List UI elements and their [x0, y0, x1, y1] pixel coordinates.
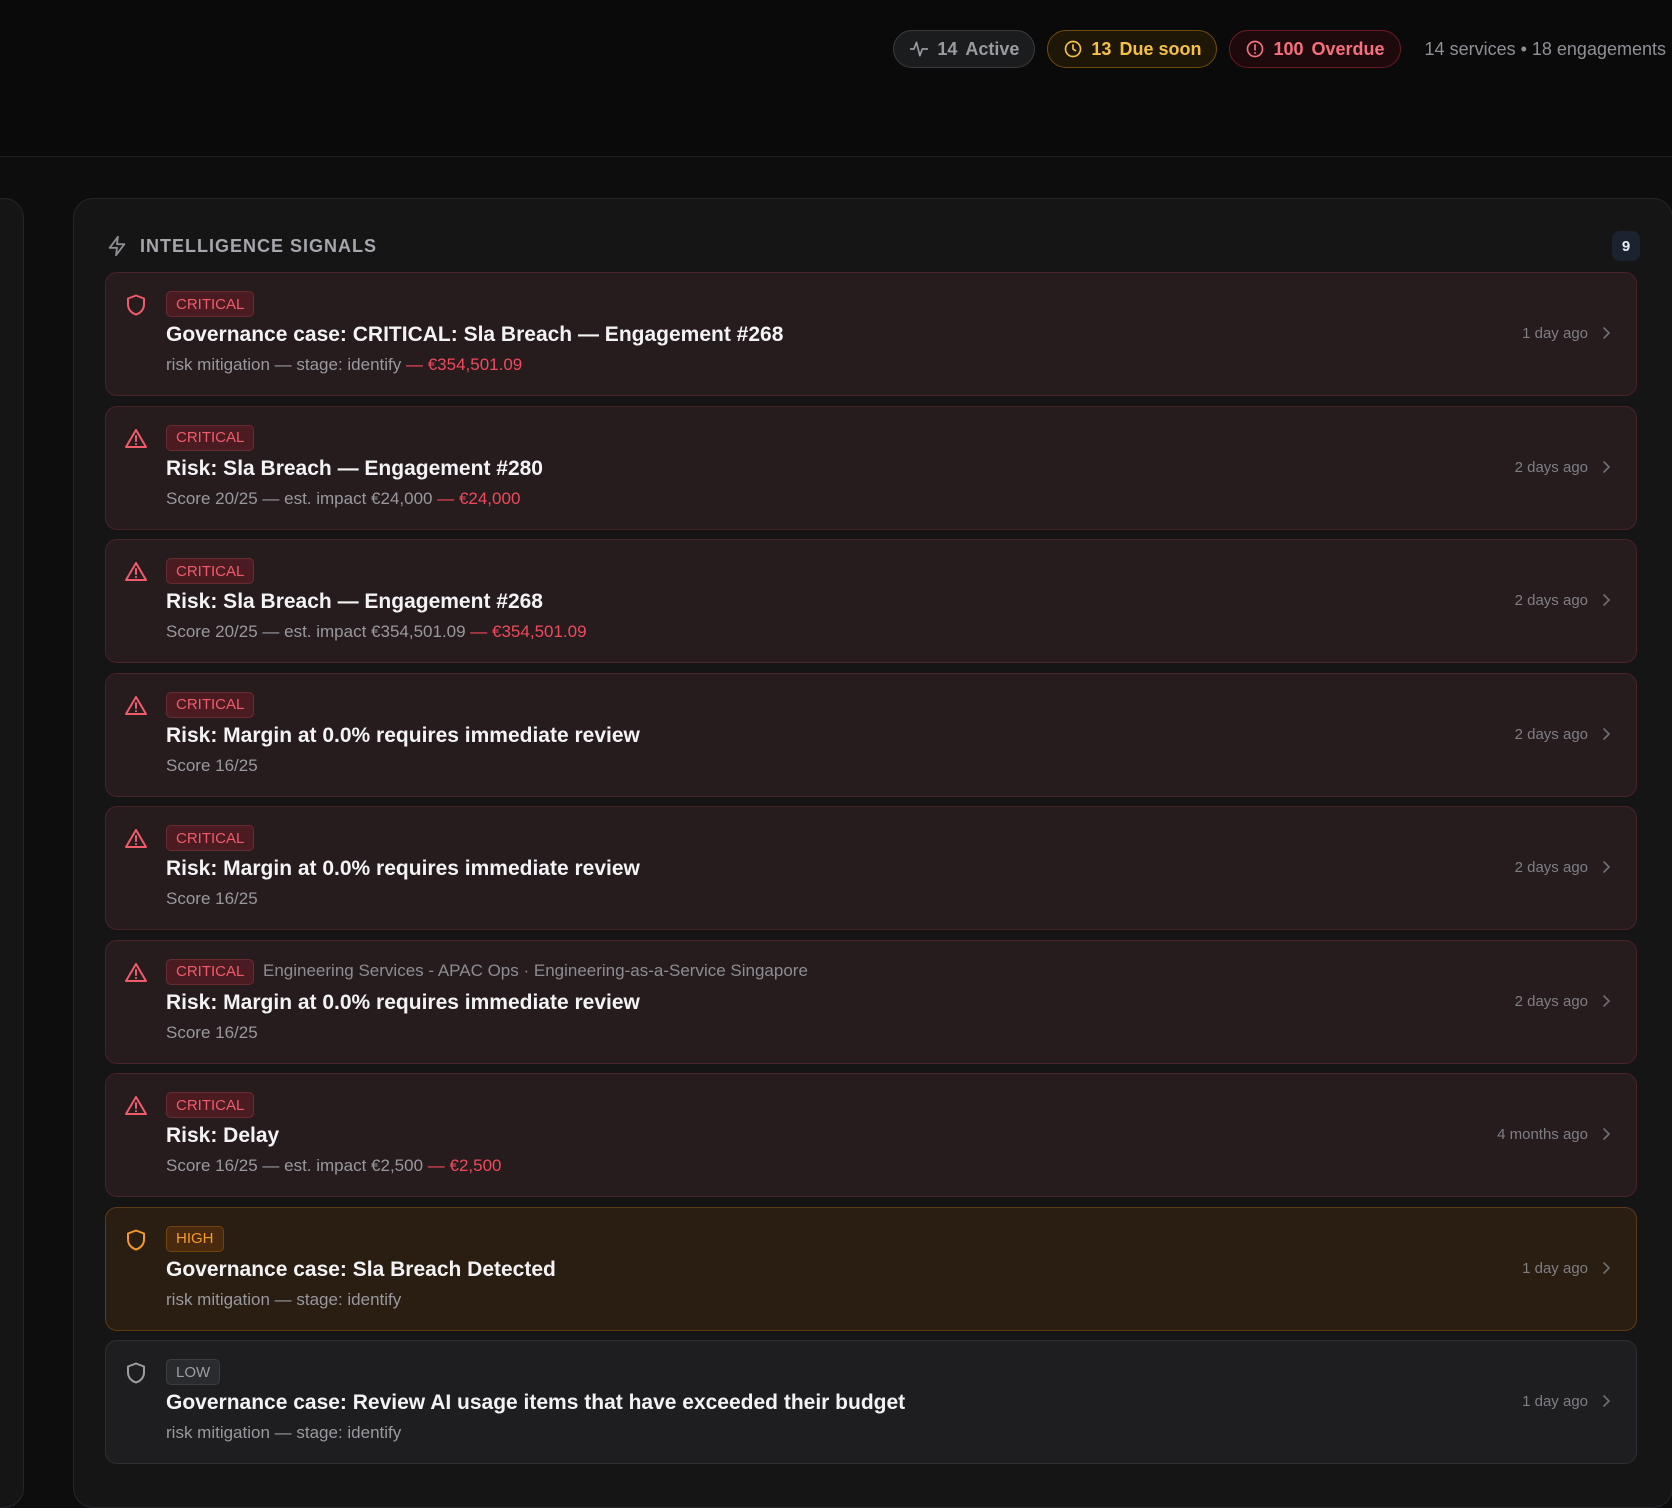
signal-detail-text: Score 16/25 — est. impact €2,500 [166, 1156, 424, 1175]
signal-timestamp: 1 day ago [1522, 1259, 1588, 1277]
shield-icon [127, 1362, 145, 1384]
signal-detail-text: Score 20/25 — est. impact €354,501.09 [166, 622, 466, 641]
signal-title: Risk: Delay [166, 1124, 280, 1147]
signal-detail-text: Score 16/25 [166, 1022, 258, 1042]
signal-timestamp: 1 day ago [1522, 1393, 1588, 1410]
signal-detail: Score 16/25 — est. impact €2,500 — €2,50… [166, 1156, 502, 1176]
signal-card[interactable]: LOW Governance case: Review AI usage item… [105, 1340, 1637, 1464]
signal-detail: risk mitigation — stage: identify [166, 1423, 401, 1443]
signal-detail: risk mitigation — stage: identify — €354… [166, 355, 522, 375]
impact-amount: — €2,500 [423, 1156, 502, 1175]
alert-circle-icon [1247, 40, 1264, 58]
signal-detail-text: Score 20/25 — est. impact €24,000 [166, 488, 433, 508]
overdue-label: Overdue [1311, 38, 1385, 59]
warning-icon [125, 829, 147, 848]
signal-detail: Score 20/25 — est. impact €354,501.09 — … [166, 622, 587, 642]
signal-detail-text: risk mitigation — stage: identify [166, 1423, 402, 1442]
signal-card[interactable]: CRITICAL Governance case: CRITICAL: Sla B… [105, 272, 1637, 396]
signal-title: Governance case: CRITICAL: Sla Breach — … [166, 323, 784, 346]
signal-timestamp: 2 days ago [1514, 592, 1588, 609]
intelligence-signals-panel: INTELLIGENCE SIGNALS 9 CRITICAL Governanc… [73, 198, 1672, 1508]
signal-context: Engineering Services - APAC Ops · Engine… [263, 960, 808, 980]
signal-detail: risk mitigation — stage: identify [166, 1290, 401, 1310]
signal-timestamp: 2 days ago [1514, 859, 1588, 876]
signal-title: Risk: Sla Breach — Engagement #268 [166, 590, 543, 613]
chevron-right-icon[interactable] [1598, 859, 1614, 875]
signal-detail: Score 16/25 [166, 1023, 258, 1043]
signal-detail-text: Score 16/25 [166, 755, 258, 775]
signal-card[interactable]: CRITICAL Risk: Margin at 0.0% requires im… [105, 806, 1637, 930]
severity-badge: HIGH [166, 1225, 224, 1252]
active-count: 14 [937, 38, 958, 59]
due-soon-label: Due soon [1119, 38, 1202, 59]
signal-detail-text: risk mitigation — stage: identify [166, 355, 402, 374]
severity-badge: CRITICAL [166, 1092, 255, 1118]
lightning-icon [108, 235, 126, 257]
signal-detail: Score 16/25 [166, 889, 258, 909]
signal-timestamp: 1 day ago [1522, 325, 1588, 342]
signal-card[interactable]: HIGH Governance case: Sla Breach Detected… [105, 1206, 1637, 1331]
chevron-right-icon[interactable] [1598, 1126, 1614, 1142]
chevron-right-icon[interactable] [1598, 592, 1614, 608]
warning-icon [125, 962, 147, 982]
signal-list: CRITICAL Governance case: CRITICAL: Sla B… [105, 272, 1637, 1474]
left-panel-edge [0, 198, 24, 1508]
signal-detail-text: Score 16/25 [166, 889, 258, 908]
warning-icon [125, 695, 147, 715]
services-summary: 14 services • 18 engagements [1424, 38, 1666, 59]
activity-icon [910, 41, 929, 57]
impact-amount: — €354,501.09 [465, 622, 587, 641]
impact-amount: — €354,501.09 [401, 355, 523, 374]
severity-badge: CRITICAL [166, 825, 255, 851]
overdue-filter-pill[interactable]: 100 Overdue [1229, 30, 1401, 68]
chevron-right-icon[interactable] [1598, 325, 1614, 341]
signal-title: Risk: Margin at 0.0% requires immediate … [166, 857, 640, 880]
signal-card[interactable]: CRITICAL Risk: Sla Breach — Engagement #2… [105, 405, 1637, 530]
signal-card[interactable]: CRITICAL Risk: Sla Breach — Engagement #2… [105, 539, 1637, 663]
warning-icon [125, 1096, 147, 1115]
panel-title: INTELLIGENCE SIGNALS [140, 235, 378, 256]
chevron-right-icon[interactable] [1598, 1260, 1614, 1276]
signal-card[interactable]: CRITICAL Risk: Delay Score 16/25 — est. im… [105, 1073, 1637, 1197]
chevron-right-icon[interactable] [1598, 993, 1614, 1009]
status-pills: 14 Active 13 Due soon 100 Overdue 14 ser… [893, 30, 1672, 68]
severity-badge: LOW [166, 1359, 221, 1385]
signal-title: Governance case: Review AI usage items t… [166, 1391, 906, 1414]
signal-detail: Score 16/25 [166, 756, 258, 776]
chevron-right-icon[interactable] [1598, 1393, 1614, 1409]
signal-title: Risk: Sla Breach — Engagement #280 [166, 456, 543, 480]
signal-count-badge: 9 [1612, 231, 1640, 261]
active-label: Active [965, 38, 1020, 59]
due-soon-count: 13 [1091, 38, 1112, 59]
signal-card[interactable]: CRITICAL Engineering Services - APAC Ops … [105, 939, 1637, 1064]
clock-icon [1065, 40, 1082, 58]
signal-title: Risk: Margin at 0.0% requires immediate … [166, 723, 640, 747]
severity-badge: CRITICAL [166, 424, 255, 451]
warning-icon [125, 428, 147, 448]
severity-badge: CRITICAL [166, 958, 255, 985]
signal-detail-text: risk mitigation — stage: identify [166, 1289, 402, 1309]
signal-timestamp: 2 days ago [1514, 725, 1588, 743]
active-filter-pill[interactable]: 14 Active [893, 30, 1036, 68]
shield-icon [127, 294, 145, 316]
severity-badge: CRITICAL [166, 558, 255, 584]
due-soon-filter-pill[interactable]: 13 Due soon [1047, 30, 1218, 68]
signal-timestamp: 2 days ago [1514, 458, 1588, 476]
severity-badge: CRITICAL [166, 291, 255, 317]
signal-title: Governance case: Sla Breach Detected [166, 1257, 556, 1281]
top-bar: 14 Active 13 Due soon 100 Overdue 14 ser… [0, 0, 1672, 157]
overdue-count: 100 [1273, 38, 1304, 59]
chevron-right-icon[interactable] [1598, 726, 1614, 742]
signal-timestamp: 4 months ago [1497, 1126, 1588, 1143]
signal-title: Risk: Margin at 0.0% requires immediate … [166, 990, 640, 1014]
panel-header: INTELLIGENCE SIGNALS 9 [106, 231, 1640, 261]
signal-timestamp: 2 days ago [1514, 992, 1588, 1010]
signal-card[interactable]: CRITICAL Risk: Margin at 0.0% requires im… [105, 672, 1637, 797]
signal-detail: Score 20/25 — est. impact €24,000 — €24,… [166, 489, 520, 509]
severity-badge: CRITICAL [166, 691, 255, 718]
chevron-right-icon[interactable] [1598, 459, 1614, 475]
warning-icon [125, 562, 147, 581]
shield-icon [127, 1229, 145, 1250]
impact-amount: — €24,000 [432, 488, 521, 508]
